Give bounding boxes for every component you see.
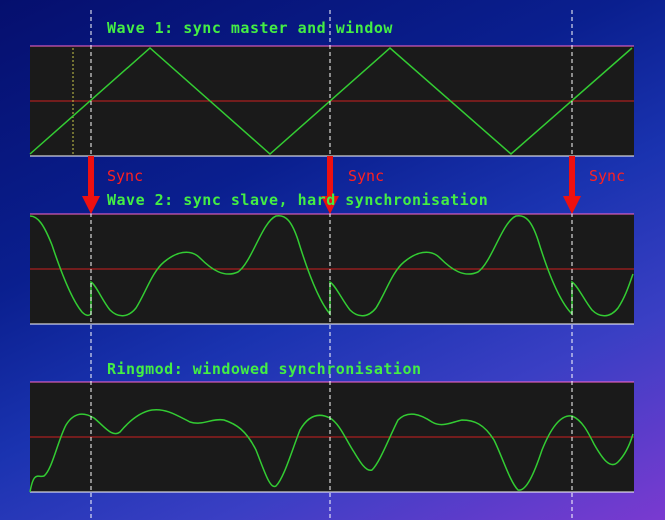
- panel-ringmod-title: Ringmod: windowed synchronisation: [107, 360, 422, 378]
- sync-arrow-3: [563, 156, 581, 214]
- panel-wave1-title: Wave 1: sync master and window: [107, 19, 393, 37]
- panel-ringmod: [29, 381, 634, 493]
- sync-arrow-1: [82, 156, 100, 214]
- sync-diagram: Sync Sync Sync Wave 1: sync master and w…: [29, 10, 634, 520]
- panel-wave2: [29, 213, 634, 325]
- sync-label-1: Sync: [107, 167, 143, 185]
- panel-wave2-title: Wave 2: sync slave, hard synchronisation: [107, 191, 488, 209]
- panel-wave1: [29, 45, 634, 157]
- sync-label-3: Sync: [589, 167, 625, 185]
- sync-label-2: Sync: [348, 167, 384, 185]
